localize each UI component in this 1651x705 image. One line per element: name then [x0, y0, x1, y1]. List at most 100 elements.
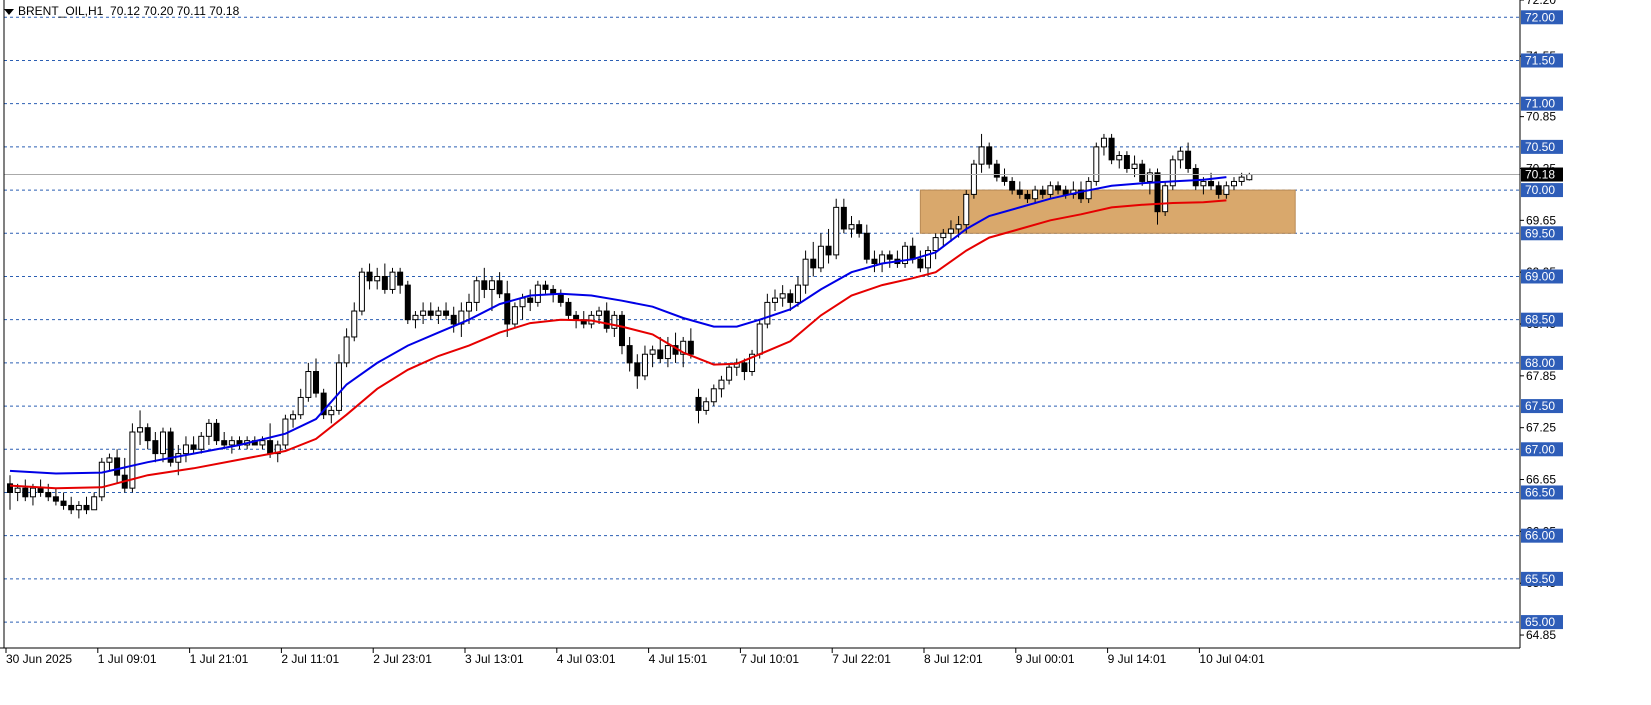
candle-body [228, 440, 235, 446]
candle-body [1238, 176, 1245, 182]
candle-body [1116, 155, 1123, 161]
candle-body [22, 487, 29, 498]
candle-body [137, 427, 144, 433]
candle-body [427, 310, 434, 316]
candle-body [29, 487, 36, 498]
candle-body [970, 163, 977, 195]
candle-body [175, 453, 182, 463]
x-tick-label: 9 Jul 14:01 [1108, 652, 1167, 666]
candle-body [718, 379, 725, 390]
candle-body [221, 440, 228, 446]
candle-body [328, 409, 335, 416]
y-tick-label: 69.65 [1526, 213, 1556, 227]
candle-body [297, 396, 304, 416]
candle-body [527, 297, 534, 303]
symbol-label: BRENT_OIL,H1 [18, 4, 104, 18]
grid-price-label: 65.00 [1525, 615, 1555, 629]
candle-body [687, 340, 694, 355]
grid-price-label: 70.50 [1525, 140, 1555, 154]
y-tick-label: 66.65 [1526, 473, 1556, 487]
candle-body [313, 371, 319, 394]
candle-body [550, 288, 557, 295]
current-price-label: 70.18 [1525, 168, 1555, 182]
candle-body [519, 297, 526, 308]
candle-body [917, 258, 924, 269]
candle-body [75, 504, 82, 511]
candle-body [947, 228, 954, 234]
candle-body [335, 362, 342, 411]
candle-body [190, 444, 197, 450]
candle-body [1246, 174, 1253, 181]
x-tick-label: 9 Jul 00:01 [1016, 652, 1075, 666]
grid-price-label: 72.00 [1525, 10, 1555, 24]
candle-body [1032, 189, 1039, 200]
candle-body [772, 297, 778, 303]
candle-body [1055, 185, 1062, 191]
candle-body [871, 258, 878, 265]
candle-body [886, 254, 893, 260]
candle-body [764, 301, 771, 325]
candle-body [450, 314, 457, 325]
candle-body [756, 323, 763, 355]
candle-body [267, 440, 274, 455]
grid-price-label: 71.50 [1525, 53, 1555, 67]
candle-body [496, 280, 503, 295]
grid-price-label: 69.00 [1525, 269, 1555, 283]
candle-body [1039, 189, 1046, 195]
candle-body [358, 271, 365, 312]
candle-body [52, 496, 59, 502]
candle-body [848, 224, 855, 230]
candle-body [114, 457, 121, 476]
y-tick-label: 67.85 [1526, 369, 1556, 383]
x-tick-label: 1 Jul 21:01 [190, 652, 249, 666]
grid-price-label: 66.50 [1525, 485, 1555, 499]
candle-body [657, 349, 664, 360]
candle-body [259, 440, 266, 446]
candle-body [45, 491, 52, 498]
candle-body [534, 284, 541, 303]
candle-body [198, 435, 205, 450]
candle-body [1223, 185, 1230, 195]
candle-body [840, 206, 847, 230]
candle-body [955, 224, 962, 230]
candle-body [1123, 155, 1130, 169]
grid-price-label: 65.50 [1525, 572, 1555, 586]
candle-body [366, 271, 373, 282]
candle-body [1200, 180, 1207, 187]
grid-price-label: 68.50 [1525, 313, 1555, 327]
candle-body [1154, 172, 1161, 213]
candle-body [825, 245, 832, 256]
candle-body [1047, 185, 1054, 195]
grid-price-label: 66.00 [1525, 529, 1555, 543]
candle-body [963, 193, 970, 226]
candle-body [14, 487, 21, 493]
candle-body [412, 314, 419, 321]
grid-price-label: 69.50 [1525, 226, 1555, 240]
candle-body [144, 427, 151, 442]
candle-body [1192, 167, 1199, 187]
candle-body [1162, 185, 1169, 213]
candle-body [1131, 163, 1138, 169]
ohlc-readout: 70.12 70.20 70.11 70.18 [110, 4, 240, 18]
grid-price-label: 68.00 [1525, 356, 1555, 370]
candle-body [779, 293, 786, 299]
y-tick-label: 72.20 [1526, 0, 1556, 7]
candle-body [343, 336, 350, 364]
dropdown-triangle-icon[interactable] [4, 8, 14, 15]
candle-body [160, 431, 166, 455]
candle-body [1093, 146, 1100, 182]
candle-body [1185, 150, 1192, 169]
grid-price-label: 71.00 [1525, 97, 1555, 111]
x-tick-label: 2 Jul 23:01 [373, 652, 432, 666]
candle-body [205, 422, 212, 437]
candle-body [794, 284, 801, 303]
candlestick-chart[interactable]: 72.2071.5570.8570.2569.6569.0568.4567.85… [0, 0, 1651, 705]
x-tick-label: 7 Jul 22:01 [832, 652, 891, 666]
x-tick-label: 4 Jul 03:01 [557, 652, 616, 666]
candle-body [649, 349, 656, 355]
y-tick-label: 70.85 [1526, 110, 1556, 124]
candle-body [397, 271, 404, 286]
candle-body [182, 444, 189, 455]
candle-body [60, 500, 67, 506]
candle-body [1024, 193, 1031, 200]
